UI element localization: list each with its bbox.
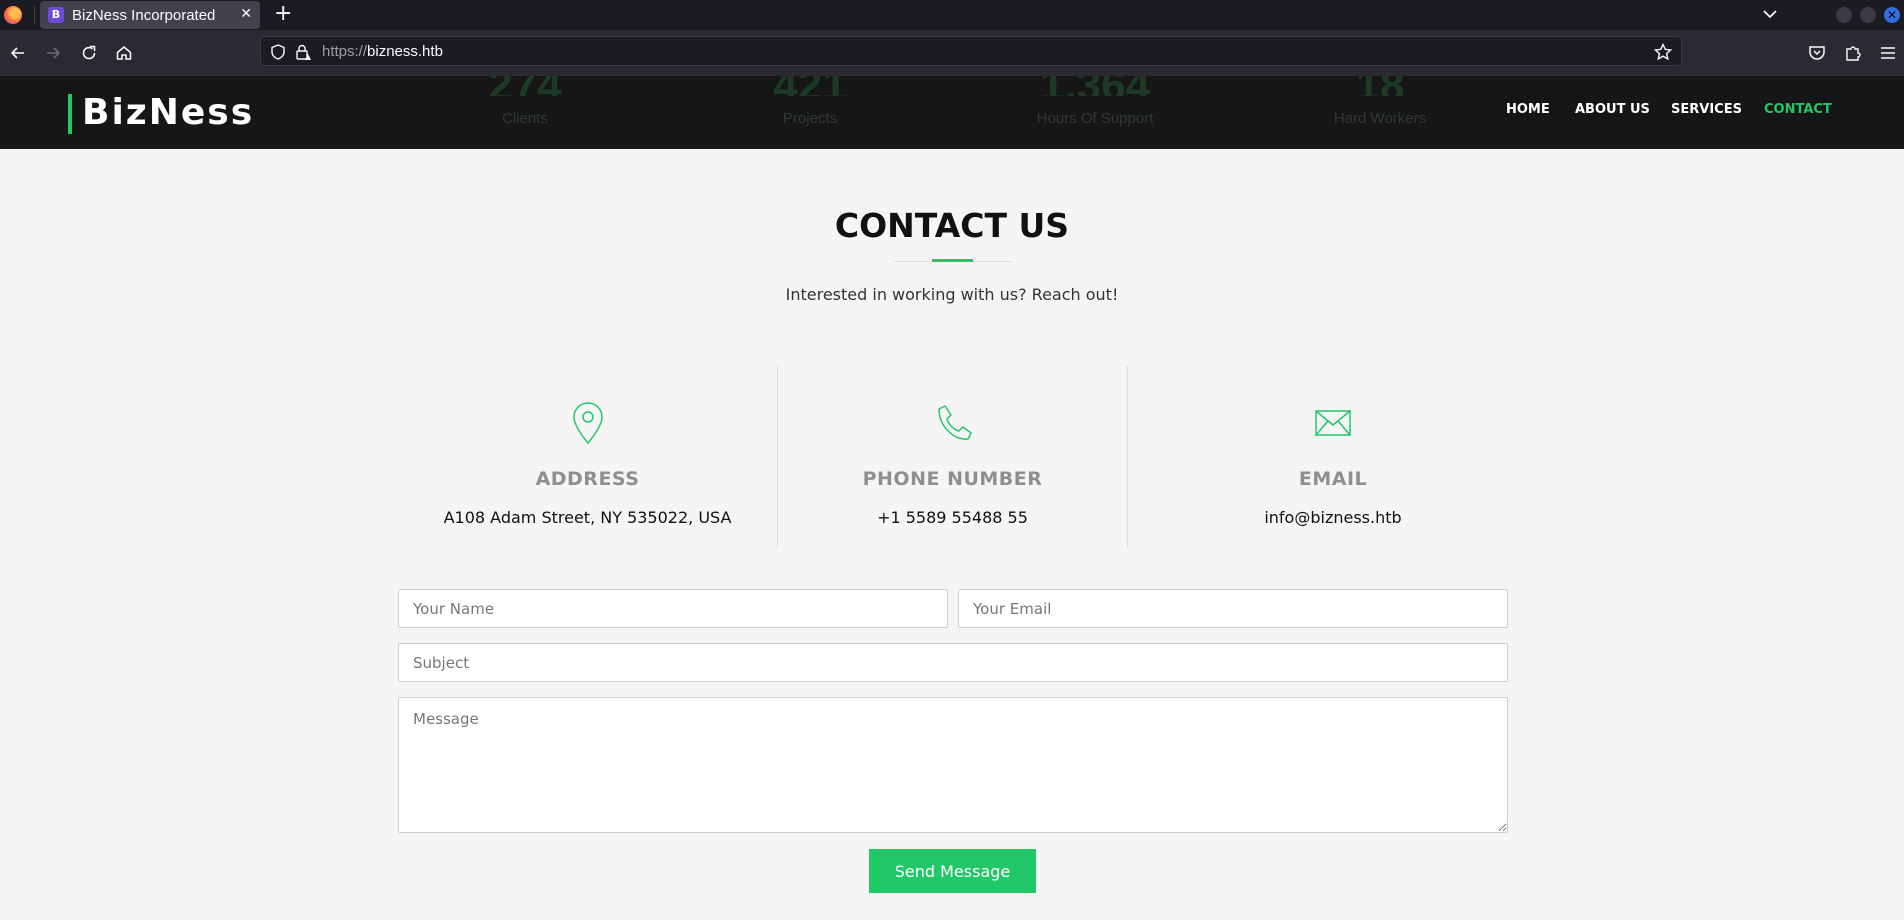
site-logo[interactable]: BizNess [82, 92, 254, 133]
firefox-icon[interactable] [4, 6, 22, 24]
info-heading: EMAIL [1298, 468, 1368, 490]
close-window-icon[interactable]: ✕ [1884, 7, 1900, 23]
back-arrow-icon[interactable] [8, 43, 28, 63]
envelope-icon [1315, 410, 1351, 436]
home-icon[interactable] [114, 43, 134, 63]
tab-list-chevron-icon[interactable] [1760, 4, 1780, 24]
tab-separator [34, 6, 35, 24]
stat-number: 18 [1300, 76, 1460, 96]
url-protocol: https:// [322, 43, 368, 60]
stat-hours: 1,364 Hours Of Support [1005, 76, 1185, 127]
tab-title: BizNess Incorporated [72, 7, 216, 24]
pocket-icon[interactable] [1807, 43, 1827, 63]
stat-label: Hard Workers [1333, 110, 1427, 127]
map-pin-icon [572, 402, 603, 445]
stat-number: 1,364 [1005, 76, 1185, 96]
nav-contact[interactable]: CONTACT [1764, 102, 1832, 117]
email-input[interactable] [958, 589, 1508, 628]
browser-tab-bar: B BizNess Incorporated ✕ + ✕ [0, 0, 1904, 30]
nav-home[interactable]: HOME [1506, 102, 1550, 117]
nav-about-us[interactable]: ABOUT US [1575, 102, 1650, 117]
lock-warning-icon[interactable] [294, 43, 312, 61]
nav-services[interactable]: SERVICES [1671, 102, 1742, 117]
new-tab-icon[interactable]: + [274, 2, 292, 26]
forward-arrow-icon[interactable] [43, 43, 63, 63]
browser-nav-bar: https://bizness.htb [0, 30, 1904, 76]
name-input[interactable] [398, 589, 948, 628]
send-message-button[interactable]: Send Message [869, 849, 1036, 893]
info-email: EMAIL info@bizness.htb [1128, 366, 1538, 548]
url-bar[interactable]: https://bizness.htb [260, 36, 1682, 66]
minimize-icon[interactable] [1836, 7, 1852, 23]
stat-number: 421 [740, 76, 880, 96]
extensions-icon[interactable] [1843, 43, 1863, 63]
section-title: CONTACT US [834, 206, 1070, 245]
bookmark-star-icon[interactable] [1653, 42, 1673, 62]
info-heading: PHONE NUMBER [862, 468, 1043, 490]
info-address: ADDRESS A108 Adam Street, NY 535022, USA [398, 366, 778, 548]
stat-label: Projects [782, 110, 838, 127]
stat-label: Hours Of Support [1036, 110, 1154, 127]
shield-icon[interactable] [269, 43, 287, 61]
stat-label: Clients [502, 110, 548, 127]
stat-number: 274 [455, 76, 595, 96]
stat-clients: 274 Clients [455, 76, 595, 127]
logo-accent-bar [68, 94, 72, 134]
subject-input[interactable] [398, 643, 1508, 682]
message-textarea[interactable] [398, 697, 1508, 833]
email-value: info@bizness.htb [1264, 508, 1402, 527]
info-heading: ADDRESS [535, 468, 640, 490]
hamburger-menu-icon[interactable] [1878, 43, 1898, 63]
stat-projects: 421 Projects [740, 76, 880, 127]
info-phone: PHONE NUMBER +1 5589 55488 55 [778, 366, 1128, 548]
favicon-icon: B [48, 7, 64, 23]
reload-icon[interactable] [79, 43, 99, 63]
address-value: A108 Adam Street, NY 535022, USA [443, 508, 732, 527]
phone-value: +1 5589 55488 55 [877, 508, 1028, 527]
phone-icon [937, 405, 972, 440]
section-subtitle: Interested in working with us? Reach out… [785, 285, 1119, 304]
site-header: 274 Clients 421 Projects 1,364 Hours Of … [0, 76, 1904, 149]
maximize-icon[interactable] [1860, 7, 1876, 23]
url-text[interactable]: https://bizness.htb [322, 43, 443, 60]
browser-tab[interactable]: B BizNess Incorporated ✕ [40, 1, 260, 29]
title-accent-line [932, 259, 973, 262]
stat-workers: 18 Hard Workers [1300, 76, 1460, 127]
tab-close-icon[interactable]: ✕ [240, 5, 252, 23]
url-host: bizness.htb [367, 43, 443, 60]
